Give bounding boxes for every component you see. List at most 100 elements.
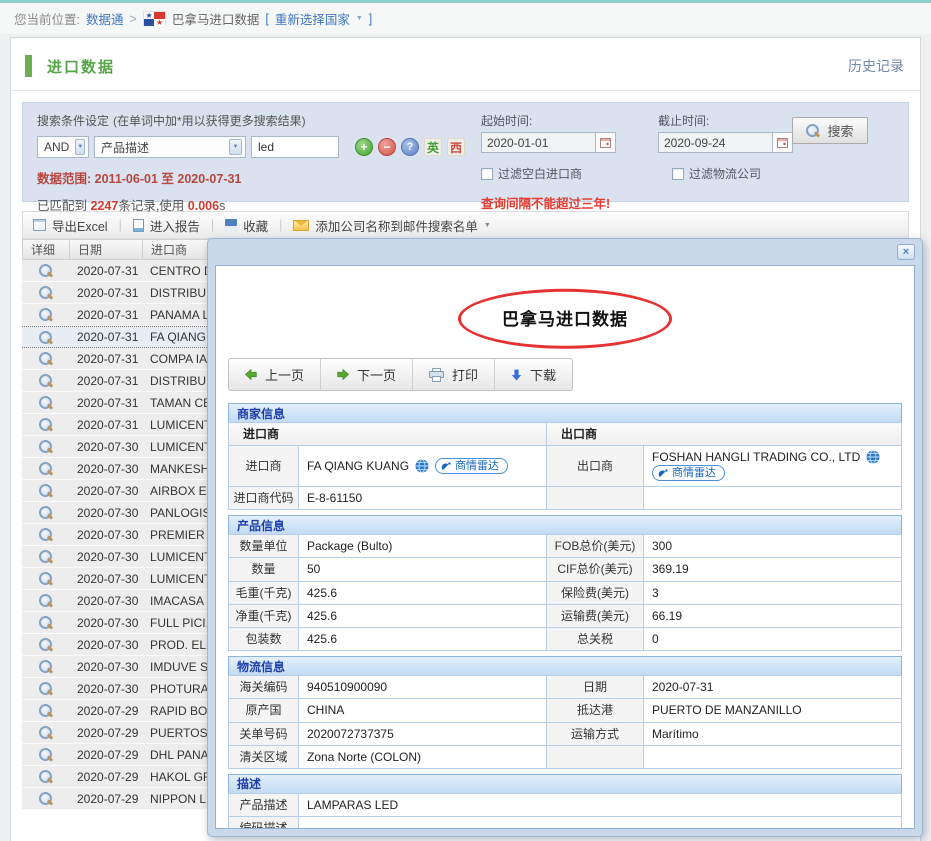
- field-label: 净重(千克): [229, 604, 299, 627]
- view-detail-icon[interactable]: [39, 331, 52, 344]
- row-date: 2020-07-30: [69, 660, 142, 674]
- view-detail-icon[interactable]: [39, 462, 52, 475]
- search-field-value: 产品描述: [101, 139, 149, 156]
- view-detail-icon[interactable]: [39, 704, 52, 717]
- checkbox-icon: [672, 168, 684, 180]
- search-tips-label: 搜索条件设定: [37, 112, 109, 129]
- history-link[interactable]: 历史记录: [848, 56, 904, 76]
- merchant-table: 进口商 出口商 进口商 FA QIANG KUANG 商情雷达: [228, 422, 902, 510]
- exporter-value: FOSHAN HANGLI TRADING CO., LTD: [652, 449, 860, 465]
- section-header: 进口数据 历史记录: [11, 38, 920, 91]
- view-detail-icon[interactable]: [39, 506, 52, 519]
- field-label: 日期: [547, 676, 644, 699]
- globe-icon[interactable]: [866, 450, 880, 464]
- view-detail-icon[interactable]: [39, 616, 52, 629]
- breadcrumb-home-link[interactable]: 数据通: [86, 9, 124, 28]
- view-detail-icon[interactable]: [39, 308, 52, 321]
- calendar-icon[interactable]: [773, 132, 793, 153]
- search-panel: 搜索条件设定 (在单词中加*用以获得更多搜索结果) AND ▼ 产品描述 ▼ +…: [22, 102, 909, 202]
- page-title: 进口数据: [47, 56, 115, 77]
- row-date: 2020-07-31: [69, 330, 142, 344]
- view-detail-icon[interactable]: [39, 418, 52, 431]
- print-button[interactable]: 打印: [413, 359, 495, 390]
- end-date-input[interactable]: [658, 132, 773, 153]
- view-detail-icon[interactable]: [39, 748, 52, 761]
- favorite-button[interactable]: 收藏: [225, 216, 268, 235]
- calendar-icon[interactable]: [596, 132, 616, 153]
- bool-operator-select[interactable]: AND ▼: [37, 136, 89, 158]
- view-detail-icon[interactable]: [39, 770, 52, 783]
- col-header-detail: 详细: [23, 240, 70, 259]
- view-detail-icon[interactable]: [39, 352, 52, 365]
- business-radar-button[interactable]: 商情雷达: [435, 458, 508, 474]
- search-button[interactable]: 搜索: [792, 117, 868, 144]
- exporter-label: 出口商: [546, 446, 643, 487]
- start-date-input[interactable]: [481, 132, 596, 153]
- view-detail-icon[interactable]: [39, 484, 52, 497]
- globe-icon[interactable]: [415, 459, 429, 473]
- view-detail-icon[interactable]: [39, 264, 52, 277]
- view-detail-icon[interactable]: [39, 550, 52, 563]
- view-detail-icon[interactable]: [39, 572, 52, 585]
- view-detail-icon[interactable]: [39, 594, 52, 607]
- detail-modal: × 巴拿马进口数据 上一页 下一页 打印 下载 商: [207, 238, 923, 837]
- description-row: 编码描述: [229, 817, 902, 829]
- search-field-select[interactable]: 产品描述 ▼: [94, 136, 246, 158]
- breadcrumb-separator: >: [130, 12, 137, 26]
- view-detail-icon[interactable]: [39, 286, 52, 299]
- enter-report-button[interactable]: 进入报告: [133, 216, 200, 235]
- view-detail-icon[interactable]: [39, 660, 52, 673]
- field-value: Package (Bulto): [299, 535, 547, 558]
- field-label: 总关税: [547, 628, 644, 651]
- download-button[interactable]: 下载: [495, 359, 572, 390]
- row-detail-cell: [22, 352, 69, 365]
- view-detail-icon[interactable]: [39, 792, 52, 805]
- filter-blank-importer-checkbox[interactable]: 过滤空白进口商: [481, 165, 582, 182]
- lang-english-button[interactable]: 英: [424, 138, 442, 156]
- view-detail-icon[interactable]: [39, 638, 52, 651]
- add-condition-icon[interactable]: +: [355, 138, 373, 156]
- export-excel-button[interactable]: 导出Excel: [33, 216, 108, 235]
- bracket-open: [: [265, 12, 268, 26]
- description-table: 产品描述 LAMPARAS LED 编码描述: [228, 793, 902, 829]
- empty-label-cell: [546, 487, 643, 510]
- field-label: 关单号码: [229, 722, 299, 745]
- view-detail-icon[interactable]: [39, 440, 52, 453]
- section-accent-bar: [25, 55, 32, 77]
- keyword-input[interactable]: [251, 136, 339, 158]
- reselect-country-link[interactable]: 重新选择国家: [275, 9, 350, 28]
- row-detail-cell: [22, 594, 69, 607]
- help-icon[interactable]: ?: [401, 138, 419, 156]
- next-page-button[interactable]: 下一页: [321, 359, 413, 390]
- filter-logistics-checkbox[interactable]: 过滤物流公司: [672, 165, 761, 182]
- lang-spanish-button[interactable]: 西: [447, 138, 465, 156]
- row-detail-cell: [22, 550, 69, 563]
- row-detail-cell: [22, 770, 69, 783]
- chevron-down-icon: ▼: [229, 139, 242, 155]
- detail-sections: 商家信息 进口商 出口商 进口商 FA QIANG KUANG: [228, 403, 902, 829]
- view-detail-icon[interactable]: [39, 682, 52, 695]
- field-value: LAMPARAS LED: [299, 793, 902, 816]
- add-company-mail-button[interactable]: 添加公司名称到邮件搜索名单 ▼: [293, 216, 490, 235]
- remove-condition-icon[interactable]: −: [378, 138, 396, 156]
- row-date: 2020-07-30: [69, 462, 142, 476]
- row-date: 2020-07-30: [69, 572, 142, 586]
- product-row: 毛重(千克) 425.6 保险费(美元) 3: [229, 581, 902, 604]
- view-detail-icon[interactable]: [39, 528, 52, 541]
- view-detail-icon[interactable]: [39, 396, 52, 409]
- close-icon[interactable]: ×: [897, 244, 915, 260]
- row-detail-cell: [22, 726, 69, 739]
- view-detail-icon[interactable]: [39, 374, 52, 387]
- field-value: CHINA: [299, 699, 547, 722]
- chevron-down-icon: ▼: [75, 139, 85, 155]
- field-value: [299, 817, 902, 829]
- field-label: CIF总价(美元): [547, 558, 644, 581]
- arrow-left-icon: [245, 369, 257, 380]
- view-detail-icon[interactable]: [39, 726, 52, 739]
- row-date: 2020-07-30: [69, 440, 142, 454]
- prev-page-button[interactable]: 上一页: [229, 359, 321, 390]
- end-date-group: 截止时间:: [658, 112, 793, 153]
- add-company-mail-label: 添加公司名称到邮件搜索名单: [315, 216, 478, 235]
- business-radar-button[interactable]: 商情雷达: [652, 465, 725, 481]
- row-detail-cell: [22, 286, 69, 299]
